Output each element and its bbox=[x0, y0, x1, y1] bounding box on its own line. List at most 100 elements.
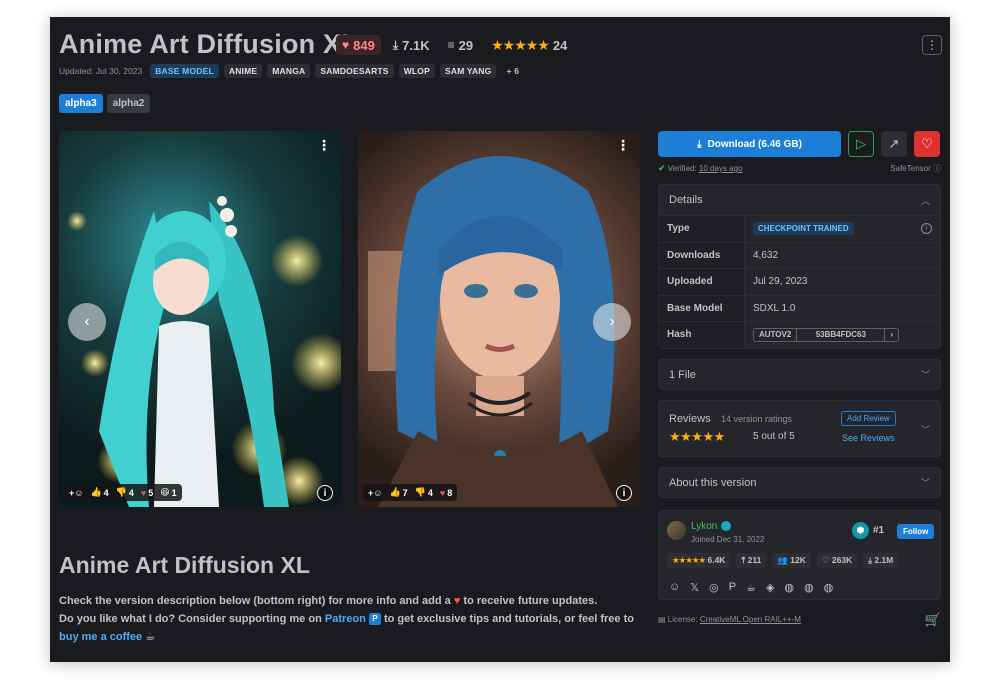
twitter-icon[interactable]: 𝕏 bbox=[690, 581, 699, 594]
buy-me-a-coffee-link[interactable]: buy me a coffee bbox=[59, 631, 142, 643]
info-icon[interactable]: ⓘ bbox=[933, 164, 941, 173]
image-info-button[interactable]: i bbox=[616, 485, 632, 501]
reaction-dislike[interactable]: 👎 4 bbox=[415, 487, 433, 498]
chevron-down-icon: ﹀ bbox=[920, 370, 930, 380]
creator-rating: ★★★★★ 6.4K bbox=[667, 552, 731, 568]
hash-type[interactable]: AUTOV2 bbox=[754, 328, 798, 341]
tag-samdoesarts[interactable]: SAMDOESARTS bbox=[315, 64, 394, 78]
reaction-heart[interactable]: ♥ 8 bbox=[440, 488, 452, 498]
more-tags-button[interactable]: + 6 bbox=[501, 64, 524, 78]
rating-summary[interactable]: ★★★★★ 24 bbox=[485, 35, 573, 55]
shield-check-icon: ✔ bbox=[658, 163, 666, 173]
info-icon[interactable]: i bbox=[921, 223, 932, 235]
creator-uploads: ⤒ 211 bbox=[736, 552, 767, 568]
download-actions: ⤓ Download (6.46 GB) ▷ ↗ ♡ bbox=[658, 131, 941, 157]
favorite-button[interactable]: ♡ bbox=[914, 131, 940, 157]
creator-social-links: ☺ 𝕏 ◎ P ☕ ◈ ◍ ◍ ◍ bbox=[669, 581, 833, 594]
download-count: ⤓ 7.1K bbox=[392, 37, 430, 53]
gamepad-icon[interactable]: ◈ bbox=[766, 581, 774, 594]
creator-followers: 👥 12K bbox=[772, 552, 811, 568]
heart-icon: ♡ bbox=[821, 554, 830, 565]
tag-anime[interactable]: ANIME bbox=[223, 64, 263, 78]
laugh-icon: 😆 bbox=[160, 487, 170, 497]
previous-image-button[interactable]: ‹ bbox=[68, 303, 106, 341]
globe-icon[interactable]: ◍ bbox=[804, 581, 814, 594]
chevron-up-icon: ︿ bbox=[920, 195, 930, 206]
kofi-icon[interactable]: ☕ bbox=[746, 581, 756, 594]
reaction-dislike[interactable]: 👎 4 bbox=[116, 487, 134, 498]
image-menu-button[interactable]: ⋮ bbox=[616, 137, 630, 154]
run-model-button[interactable]: ▷ bbox=[848, 131, 874, 157]
chevron-left-icon: ‹ bbox=[84, 313, 90, 330]
reaction-heart[interactable]: ♥ 5 bbox=[141, 488, 153, 498]
thumbs-up-icon: 👍 bbox=[389, 487, 401, 497]
download-button[interactable]: ⤓ Download (6.46 GB) bbox=[658, 131, 841, 157]
about-version-panel[interactable]: About this version ﹀ bbox=[658, 466, 941, 498]
play-icon: ▷ bbox=[856, 136, 866, 151]
files-panel[interactable]: 1 File ﹀ bbox=[658, 358, 941, 390]
download-icon: ⤓ bbox=[868, 554, 872, 565]
tag-manga[interactable]: MANGA bbox=[267, 64, 311, 78]
thumbs-down-icon: 👎 bbox=[414, 487, 426, 497]
image-reactions: +☺ 👍 7 👎 4 ♥ 8 bbox=[363, 484, 458, 501]
discord-icon[interactable]: ☺ bbox=[669, 581, 680, 594]
cart-off-icon[interactable]: 🛒 bbox=[925, 612, 941, 628]
heart-icon: ♥ bbox=[140, 487, 147, 498]
globe-icon[interactable]: ◍ bbox=[824, 581, 834, 594]
details-header[interactable]: Details ︿ bbox=[659, 185, 940, 215]
model-description: Check the version description below (bot… bbox=[59, 595, 634, 643]
gallery-image-2[interactable]: ⋮ › +☺ 👍 7 👎 4 ♥ 8 i bbox=[358, 131, 640, 507]
tag-sam-yang[interactable]: SAM YANG bbox=[439, 64, 497, 78]
creator-stats: ★★★★★ 6.4K ⤒ 211 👥 12K ♡ 263K ⤓ 2.1M bbox=[667, 552, 899, 568]
globe-icon[interactable]: ◍ bbox=[784, 581, 794, 594]
follow-button[interactable]: Follow bbox=[897, 523, 935, 539]
instagram-icon[interactable]: ◎ bbox=[709, 581, 719, 594]
share-button[interactable]: ↗ bbox=[881, 131, 907, 157]
hash-copy-widget[interactable]: AUTOV2 53BB4FDC63 › bbox=[753, 327, 899, 342]
chevron-down-icon[interactable]: ﹀ bbox=[921, 423, 930, 436]
version-tab-alpha2[interactable]: alpha2 bbox=[106, 94, 151, 113]
chevron-right-icon[interactable]: › bbox=[885, 329, 898, 341]
license-link[interactable]: CreativeML Open RAIL++-M bbox=[700, 615, 801, 624]
more-options-button[interactable]: ⋮ bbox=[922, 35, 942, 55]
model-title: Anime Art Diffusion XL bbox=[59, 29, 358, 59]
gem-icon bbox=[721, 521, 732, 531]
add-reaction-button[interactable]: +☺ bbox=[368, 488, 382, 498]
verification-row: ✔ Verified: 10 days ago SafeTensor ⓘ bbox=[658, 163, 941, 173]
license-row: ▤ License: CreativeML Open RAIL++-M 🛒 bbox=[658, 611, 941, 628]
download-icon: ⤓ bbox=[697, 138, 702, 150]
detail-row-downloads: Downloads 4,632 bbox=[659, 241, 940, 268]
reaction-like[interactable]: 👍 4 bbox=[90, 487, 108, 498]
rating-stars-icon: ★★★★★ bbox=[672, 554, 706, 565]
version-sidebar: ⤓ Download (6.46 GB) ▷ ↗ ♡ ✔ Verified: 1… bbox=[658, 131, 941, 628]
updated-date: Updated: Jul 30, 2023 bbox=[59, 66, 143, 76]
comment-count[interactable]: ≡ 29 bbox=[442, 35, 479, 55]
next-image-button[interactable]: › bbox=[593, 303, 631, 341]
tag-wlop[interactable]: WLOP bbox=[398, 64, 435, 78]
download-icon: ⤓ bbox=[392, 37, 399, 52]
license-icon: ▤ bbox=[658, 615, 666, 624]
patreon-link[interactable]: Patreon bbox=[325, 613, 366, 625]
creator-card: Lykon Joined Dec 31, 2022 ⬢ #1 Follow ★★… bbox=[658, 509, 941, 600]
chevron-right-icon: › bbox=[609, 313, 615, 330]
heart-icon: ♡ bbox=[921, 136, 933, 151]
add-reaction-button[interactable]: +☺ bbox=[69, 488, 83, 498]
share-icon: ↗ bbox=[888, 136, 900, 151]
image-info-button[interactable]: i bbox=[317, 485, 333, 501]
gallery-image-1[interactable]: ⋮ ‹ +☺ 👍 4 👎 4 ♥ 5 😆 1 i bbox=[59, 131, 341, 507]
avatar[interactable] bbox=[667, 520, 686, 540]
like-count[interactable]: ♥ 849 bbox=[336, 35, 381, 55]
see-reviews-link[interactable]: See Reviews bbox=[842, 433, 895, 443]
version-tabs: alpha3 alpha2 bbox=[59, 94, 151, 113]
detail-row-base-model: Base Model SDXL 1.0 bbox=[659, 294, 940, 321]
reaction-like[interactable]: 👍 7 bbox=[389, 487, 407, 498]
patreon-icon[interactable]: P bbox=[729, 581, 736, 594]
verified-time-link[interactable]: 10 days ago bbox=[699, 164, 743, 173]
version-tab-alpha3[interactable]: alpha3 bbox=[59, 94, 103, 113]
hash-value[interactable]: 53BB4FDC63 bbox=[797, 328, 886, 341]
reaction-laugh[interactable]: 😆 1 bbox=[160, 487, 176, 498]
creator-name-link[interactable]: Lykon bbox=[691, 521, 717, 532]
creator-favorites: ♡ 263K bbox=[816, 552, 858, 568]
add-review-button[interactable]: Add Review bbox=[841, 410, 896, 426]
image-menu-button[interactable]: ⋮ bbox=[317, 137, 331, 154]
